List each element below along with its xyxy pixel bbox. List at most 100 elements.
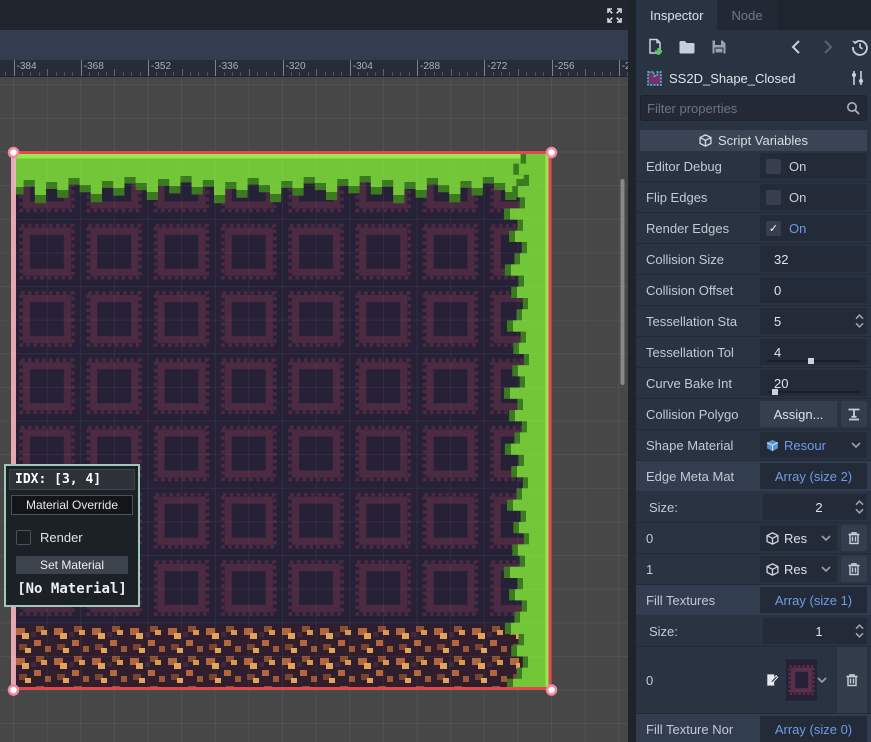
prop-label: Tessellation Tol (636, 345, 760, 360)
array-link[interactable]: Array (size 0) (775, 722, 852, 737)
prop-label: Edge Meta Mat (636, 469, 760, 484)
fill-normals-array[interactable]: Array (size 0) (760, 716, 867, 742)
tab-node[interactable]: Node (717, 0, 776, 30)
handle-top-right[interactable] (547, 148, 556, 157)
edge-meta-resource-1[interactable]: Res (760, 556, 837, 582)
checkbox-caption: On (789, 221, 806, 236)
new-resource-button[interactable] (644, 36, 666, 58)
inspector-toolbar (636, 30, 871, 63)
assign-node-button[interactable]: Assign... (760, 401, 837, 427)
delete-item-button[interactable] (841, 525, 867, 551)
prop-label: Flip Edges (636, 190, 760, 205)
history-forward-button[interactable] (817, 36, 839, 58)
chevron-down-icon[interactable] (817, 677, 827, 683)
save-resource-button[interactable] (708, 36, 730, 58)
edge-meta-item-0: 0 Res (636, 523, 871, 554)
prop-label: Tessellation Sta (636, 314, 760, 329)
array-size-field[interactable]: 2 (807, 500, 822, 515)
filter-properties-input[interactable]: Filter properties (640, 95, 867, 121)
dock-tab-bar: Inspector Node (636, 0, 871, 30)
prop-edge-meta-materials: Edge Meta Mat Array (size 2) (636, 461, 871, 492)
prop-label: Editor Debug (636, 159, 760, 174)
prop-label: Size: (636, 500, 763, 515)
chevron-down-icon[interactable] (821, 535, 831, 541)
handle-bottom-right[interactable] (547, 686, 556, 695)
prop-render-edges: Render Edges ✓ On (636, 213, 871, 244)
2d-canvas[interactable] (0, 77, 628, 742)
load-resource-button[interactable] (676, 36, 698, 58)
edge-material-popup: IDX: [3, 4] Material Override Render Set… (4, 464, 140, 607)
dock-splitter[interactable] (628, 0, 636, 742)
spinner-updown[interactable] (855, 624, 864, 639)
edit-resource-icon[interactable] (766, 672, 779, 688)
pick-node-button[interactable] (841, 401, 867, 427)
category-label: Script Variables (718, 133, 808, 148)
material-override-button[interactable]: Material Override (11, 495, 133, 515)
godot-editor-window: -384-368-352-336-320-304-288-272-256-240 (0, 0, 871, 742)
collision-offset-field[interactable]: 0 (766, 283, 781, 298)
prop-curve-bake-interval: Curve Bake Int 20 (636, 368, 871, 399)
render-edges-checkbox[interactable]: ✓ (766, 221, 781, 236)
curve-bake-slider[interactable] (767, 391, 860, 393)
prop-label: Shape Material (636, 438, 760, 453)
render-label: Render (40, 530, 83, 545)
history-back-button[interactable] (785, 36, 807, 58)
resource-cube-icon (766, 439, 779, 452)
item-index: 1 (636, 562, 760, 577)
tessellation-tolerance-field[interactable]: 4 (766, 345, 781, 360)
object-history-button[interactable] (849, 36, 871, 58)
tessellation-stages-field[interactable]: 5 (766, 314, 781, 329)
tab-inspector[interactable]: Inspector (636, 0, 717, 30)
prop-collision-size: Collision Size 32 (636, 244, 871, 275)
search-icon (846, 101, 860, 115)
resource-cube-icon (766, 563, 779, 576)
array-link[interactable]: Array (size 2) (775, 469, 852, 484)
prop-fill-size: Size: 1 (636, 616, 871, 647)
chevron-down-icon[interactable] (821, 566, 831, 572)
prop-fill-texture-normals: Fill Texture Nor Array (size 0) (636, 714, 871, 742)
editor-debug-checkbox[interactable] (766, 159, 781, 174)
shape-edge-left[interactable] (11, 152, 16, 690)
array-link[interactable]: Array (size 1) (775, 593, 852, 608)
edited-object-row: SS2D_Shape_Closed (636, 63, 871, 93)
object-tools-icon[interactable] (851, 70, 865, 86)
chevron-down-icon[interactable] (851, 442, 861, 448)
prop-tessellation-stages: Tessellation Sta 5 (636, 306, 871, 337)
item-index: 0 (636, 673, 760, 688)
spinner-updown[interactable] (855, 314, 864, 329)
shape-material-resource[interactable]: Resour (760, 432, 867, 458)
tolerance-slider[interactable] (767, 360, 860, 362)
no-material-label: [No Material] (9, 581, 135, 597)
fill-texture-resource-0[interactable] (760, 649, 833, 711)
prop-label: Render Edges (636, 221, 760, 236)
edge-meta-resource-0[interactable]: Res (760, 525, 837, 551)
edge-meta-array[interactable]: Array (size 2) (760, 463, 867, 489)
fill-texture-thumbnail[interactable] (786, 656, 817, 704)
handle-top-left[interactable] (9, 148, 18, 157)
prop-flip-edges: Flip Edges On (636, 182, 871, 213)
item-index: 0 (636, 531, 760, 546)
viewport-canvas[interactable] (0, 77, 628, 742)
prop-label: Fill Texture Nor (636, 722, 760, 737)
resource-name: Res (784, 562, 807, 577)
set-material-button[interactable]: Set Material (16, 556, 128, 574)
array-size-field[interactable]: 1 (807, 624, 822, 639)
prop-edge-meta-size: Size: 2 (636, 492, 871, 523)
handle-bottom-left[interactable] (9, 686, 18, 695)
category-script-variables[interactable]: Script Variables (640, 130, 867, 151)
delete-item-column[interactable] (837, 647, 867, 713)
viewport-column: -384-368-352-336-320-304-288-272-256-240 (0, 0, 628, 742)
prop-label: Size: (636, 624, 763, 639)
prop-label: Fill Textures (636, 593, 760, 608)
expand-viewport-icon[interactable] (606, 7, 623, 24)
flip-edges-checkbox[interactable] (766, 190, 781, 205)
render-checkbox[interactable] (16, 530, 31, 545)
spinner-updown[interactable] (855, 500, 864, 515)
fill-textures-array[interactable]: Array (size 1) (760, 587, 867, 613)
viewport-vscrollbar[interactable] (621, 179, 625, 385)
checkbox-caption: On (789, 159, 806, 174)
edge-index-label: IDX: [3, 4] (9, 469, 135, 490)
delete-item-button[interactable] (841, 556, 867, 582)
filter-row: Filter properties (636, 93, 871, 123)
collision-size-field[interactable]: 32 (766, 252, 788, 267)
